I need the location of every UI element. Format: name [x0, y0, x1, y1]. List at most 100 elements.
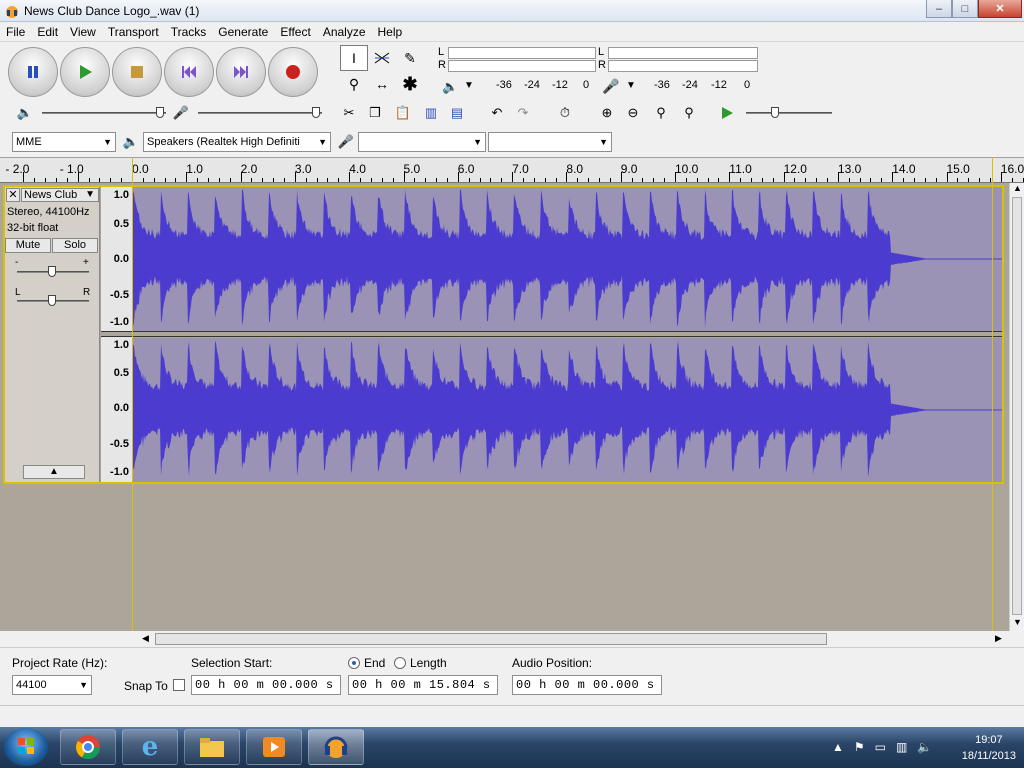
menu-help[interactable]: Help: [372, 25, 409, 39]
start-button[interactable]: [4, 728, 48, 766]
pause-button[interactable]: [8, 47, 58, 97]
input-volume-slider[interactable]: [198, 112, 322, 114]
audio-position-field[interactable]: 00 h 00 m 00.000 s: [512, 675, 662, 695]
vertical-scroll-thumb[interactable]: [1012, 197, 1022, 615]
meter-dropdown-icon[interactable]: ▼: [464, 80, 474, 91]
clock-date: 18/11/2013: [961, 750, 1016, 762]
redo-button[interactable]: ↷: [512, 102, 534, 124]
cut-button[interactable]: ✂: [338, 102, 360, 124]
draw-tool[interactable]: ✎: [396, 45, 424, 71]
horizontal-scrollbar[interactable]: ◀ ▶: [0, 631, 1024, 647]
menu-tracks[interactable]: Tracks: [165, 25, 213, 39]
output-device-select[interactable]: Speakers (Realtek High Definiti ▼: [143, 132, 331, 152]
system-clock[interactable]: 19:07 18/11/2013: [962, 731, 1016, 762]
taskbar-internet-explorer[interactable]: e: [122, 729, 178, 765]
close-button[interactable]: ✕: [978, 0, 1022, 18]
collapse-track-button[interactable]: ▲: [23, 465, 85, 479]
project-rate-select[interactable]: 44100 ▼: [12, 675, 92, 695]
rec-meter-dropdown-icon[interactable]: ▼: [626, 80, 636, 91]
selection-start-field[interactable]: 00 h 00 m 00.000 s: [191, 675, 341, 695]
zoom-out-button[interactable]: ⊖: [622, 102, 644, 124]
double-arrow-icon: ↔: [375, 76, 389, 92]
output-volume-thumb[interactable]: [156, 107, 164, 118]
audio-host-select[interactable]: MME ▼: [12, 132, 116, 152]
undo-button[interactable]: ↶: [486, 102, 508, 124]
play-speed-slider[interactable]: [746, 112, 832, 114]
horizontal-scroll-thumb[interactable]: [155, 633, 827, 645]
output-volume-slider[interactable]: [42, 112, 166, 114]
show-hidden-icons-icon[interactable]: ▲: [832, 740, 844, 754]
pan-slider-thumb[interactable]: [48, 295, 56, 306]
gain-slider-thumb[interactable]: [48, 266, 56, 277]
ruler-label: - 1.0: [59, 162, 84, 176]
selection-end-field[interactable]: 00 h 00 m 15.804 s: [348, 675, 498, 695]
meter-tick: -36: [496, 79, 512, 91]
silence-button[interactable]: ▤: [446, 102, 468, 124]
scroll-right-icon[interactable]: ▶: [995, 633, 1002, 644]
taskbar-chrome[interactable]: [60, 729, 116, 765]
end-radio[interactable]: [348, 657, 360, 669]
zoom-in-button[interactable]: ⊕: [596, 102, 618, 124]
mic-meter-icon[interactable]: 🎤: [602, 78, 619, 95]
mute-button[interactable]: Mute: [5, 238, 51, 253]
input-device-select[interactable]: ▼: [358, 132, 486, 152]
ruler-label: 9.0: [620, 162, 638, 176]
trim-button[interactable]: ▥: [420, 102, 442, 124]
taskbar-audacity[interactable]: [308, 729, 364, 765]
skip-to-start-button[interactable]: [164, 47, 214, 97]
paste-button[interactable]: 📋: [392, 102, 414, 124]
waveform-left-channel[interactable]: [133, 187, 1002, 331]
fit-selection-button[interactable]: ⚲: [650, 102, 672, 124]
scroll-up-icon[interactable]: ▲: [1013, 183, 1022, 193]
skip-to-end-button[interactable]: [216, 47, 266, 97]
taskbar-explorer[interactable]: [184, 729, 240, 765]
volume-icon[interactable]: 🔈: [917, 740, 932, 754]
solo-button[interactable]: Solo: [52, 238, 98, 253]
record-button[interactable]: [268, 47, 318, 97]
track-close-button[interactable]: ✕: [6, 188, 20, 202]
copy-button[interactable]: ❐: [364, 102, 386, 124]
timeline-ruler[interactable]: - 2.0 - 1.0 0.0 1.0 2.0 3.0 4.0 5.0 6.0 7.0 8.0 9.0…: [0, 157, 1024, 183]
ruler-label: 10.0: [675, 162, 699, 176]
length-radio[interactable]: [394, 657, 406, 669]
menu-generate[interactable]: Generate: [212, 25, 274, 39]
display-icon[interactable]: ▭: [875, 740, 886, 754]
stop-button[interactable]: [112, 47, 162, 97]
play-at-speed-button[interactable]: [716, 102, 738, 124]
play-button[interactable]: [60, 47, 110, 97]
speaker-meter-icon[interactable]: 🔈: [442, 79, 458, 95]
waveform-right-channel[interactable]: [133, 338, 1002, 482]
input-volume-thumb[interactable]: [312, 107, 320, 118]
sync-lock-button[interactable]: ⏱: [554, 102, 576, 124]
menu-analyze[interactable]: Analyze: [317, 25, 372, 39]
taskbar-media-player[interactable]: [246, 729, 302, 765]
action-center-flag-icon[interactable]: ⚑: [854, 740, 865, 754]
menu-view[interactable]: View: [64, 25, 102, 39]
multi-tool[interactable]: ✱: [396, 71, 424, 97]
scroll-down-icon[interactable]: ▼: [1013, 617, 1022, 627]
selection-tool[interactable]: I: [340, 45, 368, 71]
vertical-scrollbar[interactable]: ▲ ▼: [1009, 183, 1024, 631]
input-channels-select[interactable]: ▼: [488, 132, 612, 152]
zoom-in-icon: ⊕: [601, 105, 613, 120]
scroll-left-icon[interactable]: ◀: [142, 633, 149, 644]
minimize-button[interactable]: –: [926, 0, 952, 18]
ruler-label: 5.0: [403, 162, 421, 176]
fit-project-icon: ⚲: [684, 105, 694, 120]
menu-transport[interactable]: Transport: [102, 25, 165, 39]
snap-to-checkbox[interactable]: [173, 679, 185, 691]
play-speed-thumb[interactable]: [771, 107, 779, 118]
time-shift-tool[interactable]: ↔: [368, 71, 396, 97]
menu-effect[interactable]: Effect: [274, 25, 316, 39]
maximize-button[interactable]: □: [952, 0, 978, 18]
envelope-tool[interactable]: [368, 45, 396, 71]
zoom-tool[interactable]: ⚲: [340, 71, 368, 97]
menu-edit[interactable]: Edit: [31, 25, 64, 39]
menu-file[interactable]: File: [0, 25, 31, 39]
track-name-menu[interactable]: News Club ▼: [21, 188, 99, 202]
fit-project-button[interactable]: ⚲: [678, 102, 700, 124]
playback-meter-right: [448, 60, 596, 72]
meter-tick: 0: [744, 79, 751, 91]
ruler-minor-tick: [522, 178, 524, 182]
network-icon[interactable]: ▥: [896, 740, 907, 754]
